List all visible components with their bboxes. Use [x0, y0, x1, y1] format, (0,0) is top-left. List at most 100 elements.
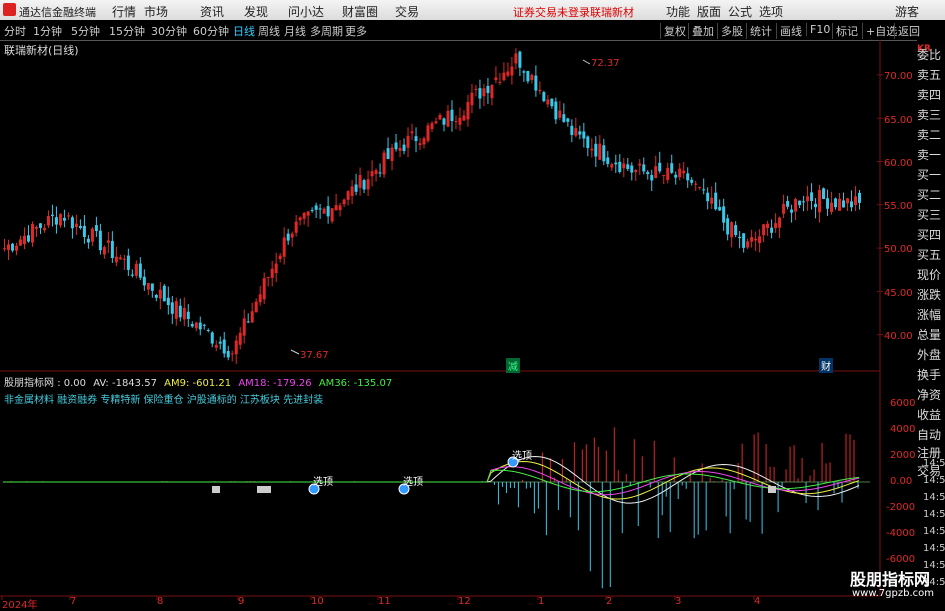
candle-body — [718, 207, 722, 211]
candle-body — [530, 74, 534, 81]
candle-body — [438, 114, 442, 120]
finance-marker[interactable]: 财 — [819, 358, 833, 373]
candle-body — [542, 92, 546, 102]
candle-body — [78, 225, 82, 229]
panel-ask4: 卖四 — [917, 88, 942, 102]
candle-body — [750, 237, 754, 242]
candle-body — [534, 75, 538, 91]
candle-body — [842, 200, 846, 208]
candle-body — [158, 289, 162, 299]
candle-body — [270, 268, 274, 278]
indicator-am18: AM18: -179.26 — [238, 378, 312, 389]
candle-body — [162, 285, 166, 302]
candle-body — [6, 244, 10, 250]
candle-body — [14, 245, 18, 251]
candle-body — [730, 222, 734, 238]
candle-body — [262, 278, 266, 300]
candle-body — [618, 161, 622, 172]
candle-body — [214, 344, 218, 348]
candle-body — [382, 152, 386, 175]
candle-body — [638, 163, 642, 166]
candle-body — [454, 121, 458, 123]
candle-body — [182, 308, 186, 320]
candle-body — [738, 236, 742, 239]
y-tick-65: 65.00 — [884, 115, 913, 126]
candle-body — [3, 248, 6, 250]
candle-body — [166, 297, 170, 306]
candle-body — [654, 166, 658, 179]
candle-body — [694, 183, 698, 185]
candle-body — [538, 89, 542, 91]
candle-body — [194, 322, 198, 329]
candle-body — [278, 255, 282, 260]
signal-top-2[interactable]: 选顶 — [403, 473, 423, 488]
indicator-name[interactable]: 股朋指标网 — [4, 378, 54, 389]
candle-body — [598, 143, 602, 160]
candle-body — [766, 223, 770, 229]
panel-ask1: 卖一 — [917, 148, 942, 162]
candle-body — [374, 170, 378, 174]
ind-tick-neg4000: -4000 — [886, 528, 916, 539]
candle-body — [246, 321, 250, 323]
candle-body — [674, 174, 678, 178]
candle-body — [334, 205, 338, 211]
x-label-12: 12 — [458, 596, 471, 607]
candle-body — [118, 257, 122, 260]
candle-body — [22, 235, 26, 245]
candle-body — [778, 217, 782, 228]
candle-body — [518, 51, 522, 68]
candle-body — [498, 81, 502, 83]
high-marker-line — [582, 59, 591, 65]
candle-body — [146, 283, 150, 290]
panel-auto[interactable]: 自动 — [917, 426, 945, 443]
reduce-marker[interactable]: 减 — [506, 358, 520, 373]
candle-body — [314, 205, 318, 210]
candle-body — [30, 223, 34, 243]
candle-body — [662, 175, 666, 177]
candle-body — [402, 144, 406, 151]
time-label: 14:56 — [923, 526, 945, 537]
candle-body — [678, 168, 682, 178]
signal-top-3[interactable]: 选顶 — [512, 447, 532, 462]
indicator-header: 股朋指标网 : 0.00 AV: -1843.57 AM9: -601.21 A… — [4, 374, 392, 389]
candle-body — [722, 206, 726, 223]
candle-body — [54, 217, 58, 225]
candle-body — [110, 240, 114, 259]
panel-weibi[interactable]: 委比 — [917, 46, 945, 63]
candle-body — [782, 204, 786, 214]
y-tick-70: 70.00 — [884, 71, 913, 82]
candle-body — [442, 118, 446, 125]
candle-body — [606, 157, 610, 164]
candle-body — [626, 164, 630, 170]
panel-change: 涨跌 — [917, 288, 942, 302]
candle-body — [734, 225, 738, 236]
candle-body — [294, 221, 298, 233]
candle-body — [702, 189, 706, 191]
x-label-10: 10 — [311, 596, 324, 607]
candle-body — [142, 276, 146, 286]
candlestick-chart[interactable] — [0, 0, 945, 609]
candle-body — [302, 212, 306, 219]
panel-bid3: 买三 — [917, 208, 942, 222]
panel-bid5: 买五 — [917, 248, 942, 262]
candle-body — [794, 199, 798, 212]
panel-bid4: 买四 — [917, 228, 942, 242]
signal-top-1[interactable]: 选顶 — [313, 473, 333, 488]
candle-body — [482, 88, 486, 97]
panel-outer: 外盘 — [917, 348, 942, 362]
candle-body — [206, 329, 210, 331]
time-label: 14:56 — [923, 509, 945, 520]
indicator-value: : 0.00 — [57, 378, 87, 389]
candle-body — [790, 209, 794, 213]
candle-body — [642, 164, 646, 172]
candle-body — [854, 196, 858, 205]
candle-body — [50, 214, 54, 216]
candle-body — [418, 143, 422, 146]
candle-body — [490, 85, 494, 99]
candle-body — [178, 305, 182, 318]
x-label-11: 11 — [378, 596, 391, 607]
candle-body — [390, 147, 394, 161]
candle-body — [634, 170, 638, 173]
candle-body — [190, 324, 194, 327]
y-tick-40: 40.00 — [884, 331, 913, 342]
